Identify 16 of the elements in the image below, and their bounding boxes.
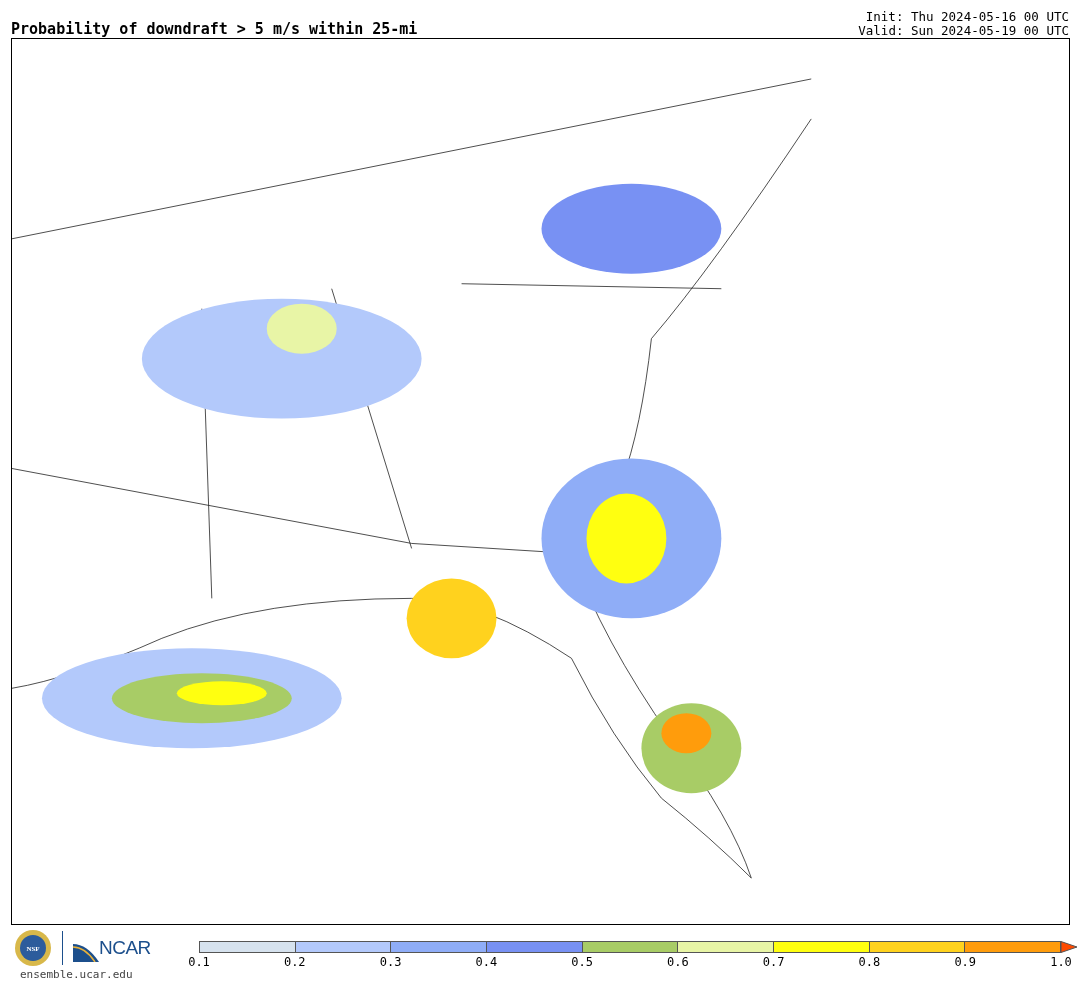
- chart-title: Probability of downdraft > 5 m/s within 25-mi: [11, 20, 418, 38]
- logo-text: NCAR: [99, 935, 151, 960]
- tick-label: 0.7: [762, 954, 785, 971]
- tick-label: 0.1: [188, 954, 210, 971]
- tick-label: 0.5: [571, 954, 593, 971]
- valid-time: Valid: Sun 2024-05-19 00 UTC: [858, 24, 1069, 38]
- tick-label: 1.0: [1050, 954, 1072, 971]
- site-address: ensemble.ucar.edu: [20, 967, 133, 983]
- tick-label: 0.9: [954, 954, 977, 971]
- tick-label: 0.3: [379, 954, 402, 971]
- tick-label: 0.4: [475, 954, 498, 971]
- tick-label: 0.6: [667, 954, 689, 971]
- ncar-logo-icon: [73, 944, 99, 963]
- tick-label: 0.8: [858, 954, 881, 971]
- tick-label: 0.2: [283, 954, 306, 971]
- init-time: Init: Thu 2024-05-16 00 UTC: [864, 10, 1069, 24]
